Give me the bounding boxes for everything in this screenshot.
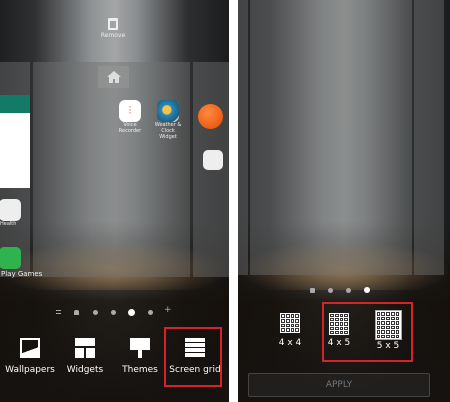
grid-option-4x4[interactable]: 4 x 4 bbox=[262, 313, 318, 348]
app-play-games[interactable]: Play Games bbox=[0, 247, 60, 279]
add-page-icon[interactable]: + bbox=[164, 305, 172, 315]
themes-icon bbox=[130, 338, 150, 358]
app-folder-icon[interactable] bbox=[203, 150, 223, 170]
wallpapers-button[interactable]: Wallpapers bbox=[2, 338, 58, 375]
grid-preview-page bbox=[250, 0, 412, 275]
widgets-button[interactable]: Widgets bbox=[57, 338, 113, 375]
trash-icon bbox=[108, 18, 118, 30]
app-weather-widget[interactable]: Weather & Clock Widget bbox=[152, 100, 184, 140]
right-screenshot: 4 x 4 4 x 5 5 x 5 APPLY bbox=[238, 0, 450, 402]
grid-options-highlight bbox=[322, 302, 413, 362]
voice-recorder-icon: ⫶ bbox=[119, 100, 141, 122]
app-health[interactable]: Health bbox=[0, 199, 26, 227]
play-games-icon bbox=[0, 247, 21, 269]
home-icon bbox=[106, 71, 121, 83]
home-page-button[interactable] bbox=[98, 66, 129, 88]
left-page-preview[interactable] bbox=[238, 0, 248, 275]
apply-button[interactable]: APPLY bbox=[248, 373, 430, 397]
weather-icon bbox=[157, 100, 179, 122]
grid-4x4-icon bbox=[280, 313, 300, 333]
widgets-icon bbox=[75, 338, 95, 358]
remove-button[interactable]: Remove bbox=[98, 18, 128, 39]
orange-app-icon[interactable] bbox=[198, 104, 223, 129]
menu-lines-icon bbox=[56, 310, 61, 314]
screen-grid-highlight bbox=[164, 327, 222, 387]
health-icon bbox=[0, 199, 21, 221]
current-page-preview[interactable] bbox=[33, 62, 190, 277]
app-voice-recorder[interactable]: ⫶ Voice Recorder bbox=[116, 100, 144, 134]
wallpaper-icon bbox=[20, 338, 40, 358]
themes-button[interactable]: Themes bbox=[112, 338, 168, 375]
home-dot-icon bbox=[74, 310, 79, 315]
right-page-preview[interactable] bbox=[414, 0, 444, 275]
left-screenshot: Remove ⫶ Voice Recorder Weather & Clock … bbox=[0, 0, 229, 402]
